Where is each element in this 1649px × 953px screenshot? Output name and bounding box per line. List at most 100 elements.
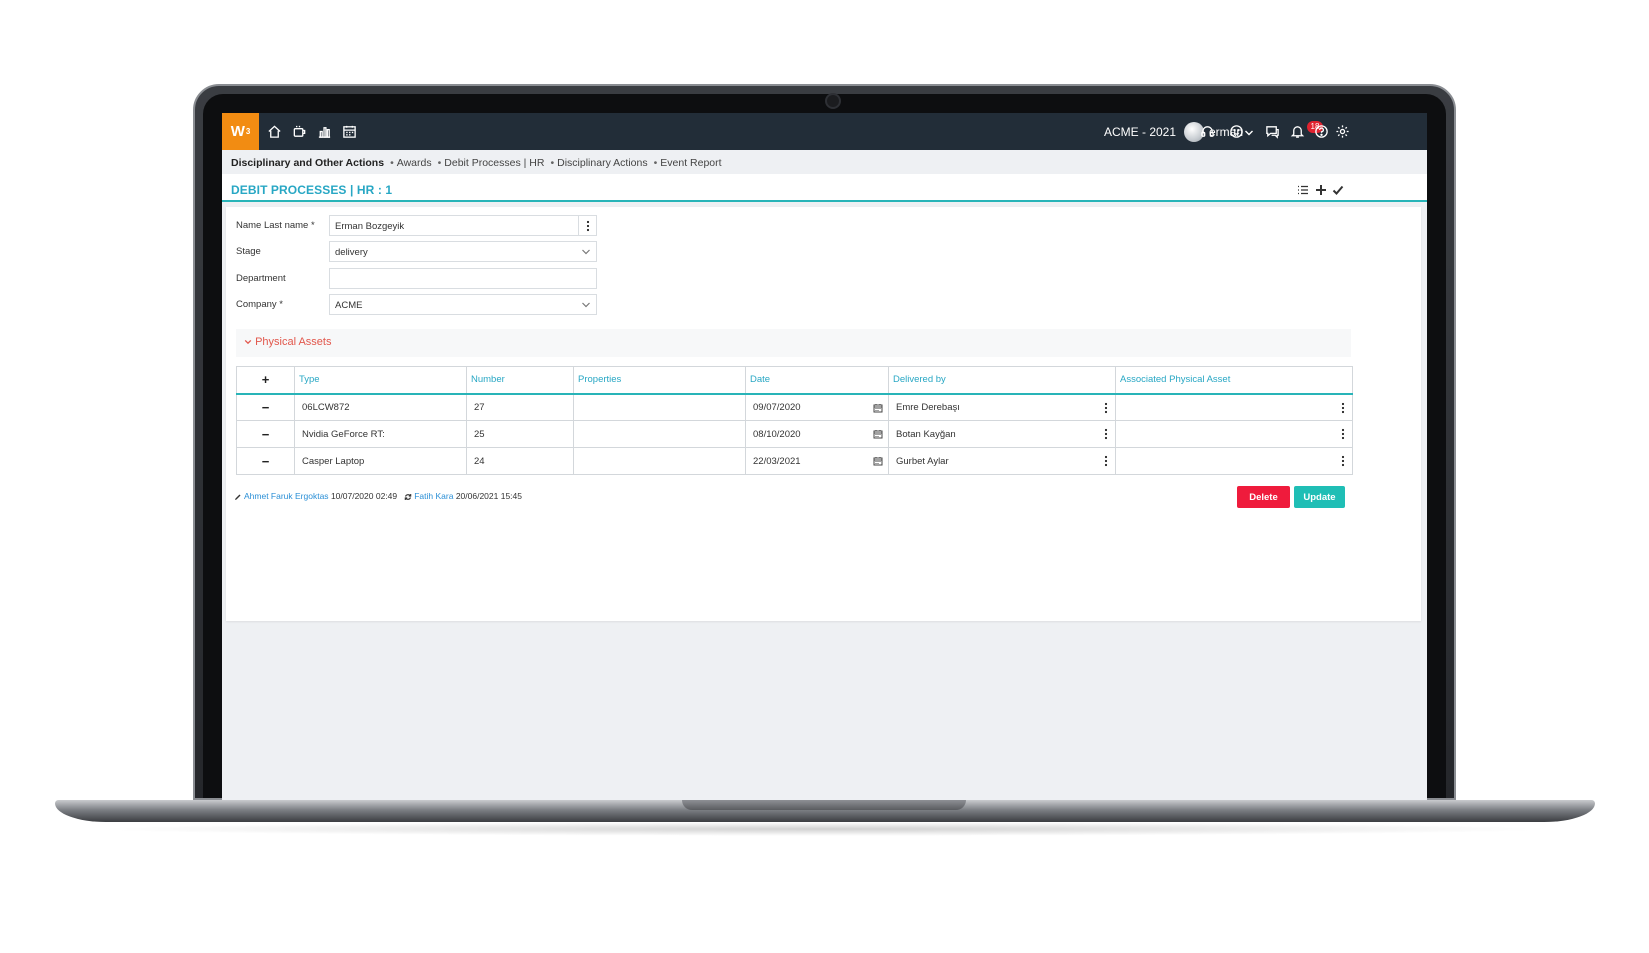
column-header-associated-asset[interactable]: Associated Physical Asset xyxy=(1115,366,1353,395)
page-title: DEBIT PROCESSES | HR : 1 xyxy=(231,183,393,197)
type-cell[interactable]: Casper Laptop xyxy=(294,447,467,475)
calendar-icon[interactable] xyxy=(873,456,883,466)
more-options-icon[interactable] xyxy=(1341,455,1345,467)
associated-asset-cell[interactable] xyxy=(1115,420,1353,448)
more-options-icon[interactable] xyxy=(1341,428,1345,440)
laptop-shadow xyxy=(90,822,1560,836)
date-value: 09/07/2020 xyxy=(753,401,801,413)
breadcrumb-item-disciplinary-actions[interactable]: Disciplinary Actions xyxy=(550,157,647,169)
column-header-properties[interactable]: Properties xyxy=(573,366,746,395)
more-options-icon[interactable] xyxy=(1104,455,1108,467)
associated-asset-cell[interactable] xyxy=(1115,393,1353,421)
date-value: 08/10/2020 xyxy=(753,428,801,440)
number-cell[interactable]: 24 xyxy=(466,447,574,475)
remove-row-button[interactable]: − xyxy=(236,447,295,475)
properties-cell[interactable] xyxy=(573,393,746,421)
number-cell[interactable]: 27 xyxy=(466,393,574,421)
calendar-icon[interactable] xyxy=(873,429,883,439)
update-button[interactable]: Update xyxy=(1294,486,1345,508)
coffee-icon[interactable] xyxy=(292,124,307,139)
table-row: − 06LCW872 27 09/07/2020 Emre Derebaşı xyxy=(236,393,1353,421)
chevron-down-icon xyxy=(581,247,591,257)
form-card: Name Last name * Erman Bozgeyik Stage de… xyxy=(226,207,1421,621)
created-by-link[interactable]: Ahmet Faruk Ergoktas xyxy=(244,491,329,501)
chevron-down-icon xyxy=(244,340,252,345)
column-header-date[interactable]: Date xyxy=(745,366,889,395)
more-options-icon[interactable] xyxy=(1341,402,1345,414)
properties-cell[interactable] xyxy=(573,447,746,475)
delivered-by-value: Gurbet Aylar xyxy=(896,455,949,467)
properties-cell[interactable] xyxy=(573,420,746,448)
column-header-delivered-by[interactable]: Delivered by xyxy=(888,366,1116,395)
type-cell[interactable]: Nvidia GeForce RT: xyxy=(294,420,467,448)
pencil-icon xyxy=(235,494,241,500)
camera-icon xyxy=(825,93,841,109)
table-row: − Casper Laptop 24 22/03/2021 Gurbet Ayl… xyxy=(236,447,1353,475)
associated-asset-cell[interactable] xyxy=(1115,447,1353,475)
chevron-down-icon[interactable] xyxy=(1244,125,1254,136)
list-icon[interactable] xyxy=(1297,183,1309,195)
table-header-row: + Type Number Properties Date Delivered … xyxy=(236,366,1353,395)
number-cell[interactable]: 25 xyxy=(466,420,574,448)
remove-row-button[interactable]: − xyxy=(236,393,295,421)
home-icon[interactable] xyxy=(267,124,282,139)
delivered-by-cell[interactable]: Gurbet Aylar xyxy=(888,447,1116,475)
company-select[interactable]: ACME xyxy=(329,294,597,315)
physical-assets-section[interactable]: Physical Assets xyxy=(236,329,1351,357)
chat-icon[interactable] xyxy=(1265,124,1280,139)
more-options-icon[interactable] xyxy=(578,216,596,235)
created-at: 10/07/2020 02:49 xyxy=(330,491,398,501)
emoji-icon[interactable] xyxy=(1229,124,1244,139)
section-title-label: Physical Assets xyxy=(255,336,332,348)
updated-at: 20/06/2021 15:45 xyxy=(455,491,522,501)
bell-icon[interactable] xyxy=(1290,124,1305,139)
breadcrumb-item-event-report[interactable]: Event Report xyxy=(654,157,722,169)
remove-row-button[interactable]: − xyxy=(236,420,295,448)
plus-icon[interactable] xyxy=(1315,183,1327,195)
audit-footer: Ahmet Faruk Ergoktas 10/07/2020 02:49 Fa… xyxy=(234,491,522,501)
delivered-by-cell[interactable]: Emre Derebaşı xyxy=(888,393,1116,421)
company-selector[interactable]: ACME - 2021 xyxy=(1104,125,1176,139)
breadcrumb-item-current[interactable]: Disciplinary and Other Actions xyxy=(231,157,384,169)
column-header-number[interactable]: Number xyxy=(466,366,574,395)
calendar-icon[interactable] xyxy=(342,124,357,139)
calendar-icon[interactable] xyxy=(873,403,883,413)
breadcrumb-item-debit-processes[interactable]: Debit Processes | HR xyxy=(438,157,545,169)
breadcrumb-item-awards[interactable]: Awards xyxy=(390,157,432,169)
table-row: − Nvidia GeForce RT: 25 08/10/2020 Botan… xyxy=(236,420,1353,448)
column-header-type[interactable]: Type xyxy=(294,366,467,395)
check-icon[interactable] xyxy=(1332,183,1344,195)
date-cell[interactable]: 08/10/2020 xyxy=(745,420,889,448)
date-cell[interactable]: 22/03/2021 xyxy=(745,447,889,475)
app-screen: W3 ACME - 2021 erman 18 Disciplinary and… xyxy=(222,113,1427,800)
delivered-by-cell[interactable]: Botan Kayğan xyxy=(888,420,1116,448)
date-cell[interactable]: 09/07/2020 xyxy=(745,393,889,421)
delete-button[interactable]: Delete xyxy=(1237,486,1290,508)
type-cell[interactable]: 06LCW872 xyxy=(294,393,467,421)
help-icon[interactable] xyxy=(1314,124,1329,139)
app-logo[interactable]: W3 xyxy=(222,113,259,150)
name-field[interactable]: Erman Bozgeyik xyxy=(329,215,597,236)
section-title[interactable]: Physical Assets xyxy=(244,336,331,348)
delivered-by-value: Botan Kayğan xyxy=(896,428,956,440)
gear-icon[interactable] xyxy=(1335,124,1350,139)
updated-by-link[interactable]: Fatih Kara xyxy=(414,491,453,501)
more-options-icon[interactable] xyxy=(1104,428,1108,440)
chevron-down-icon xyxy=(581,300,591,310)
headset-icon[interactable] xyxy=(1200,124,1215,139)
company-value: ACME xyxy=(335,300,363,311)
more-options-icon[interactable] xyxy=(1104,402,1108,414)
laptop-notch xyxy=(682,800,966,810)
department-label: Department xyxy=(236,273,286,284)
stage-value: delivery xyxy=(335,247,368,258)
refresh-icon xyxy=(404,493,412,500)
stage-select[interactable]: delivery xyxy=(329,241,597,262)
date-value: 22/03/2021 xyxy=(753,455,801,467)
breadcrumb: Disciplinary and Other Actions Awards Debi… xyxy=(231,157,722,169)
delivered-by-value: Emre Derebaşı xyxy=(896,401,960,413)
department-field[interactable] xyxy=(329,268,597,289)
add-row-button[interactable]: + xyxy=(236,366,295,395)
physical-assets-table: + Type Number Properties Date Delivered … xyxy=(236,366,1353,475)
page-header: DEBIT PROCESSES | HR : 1 xyxy=(222,174,1427,202)
bar-chart-icon[interactable] xyxy=(317,124,332,139)
